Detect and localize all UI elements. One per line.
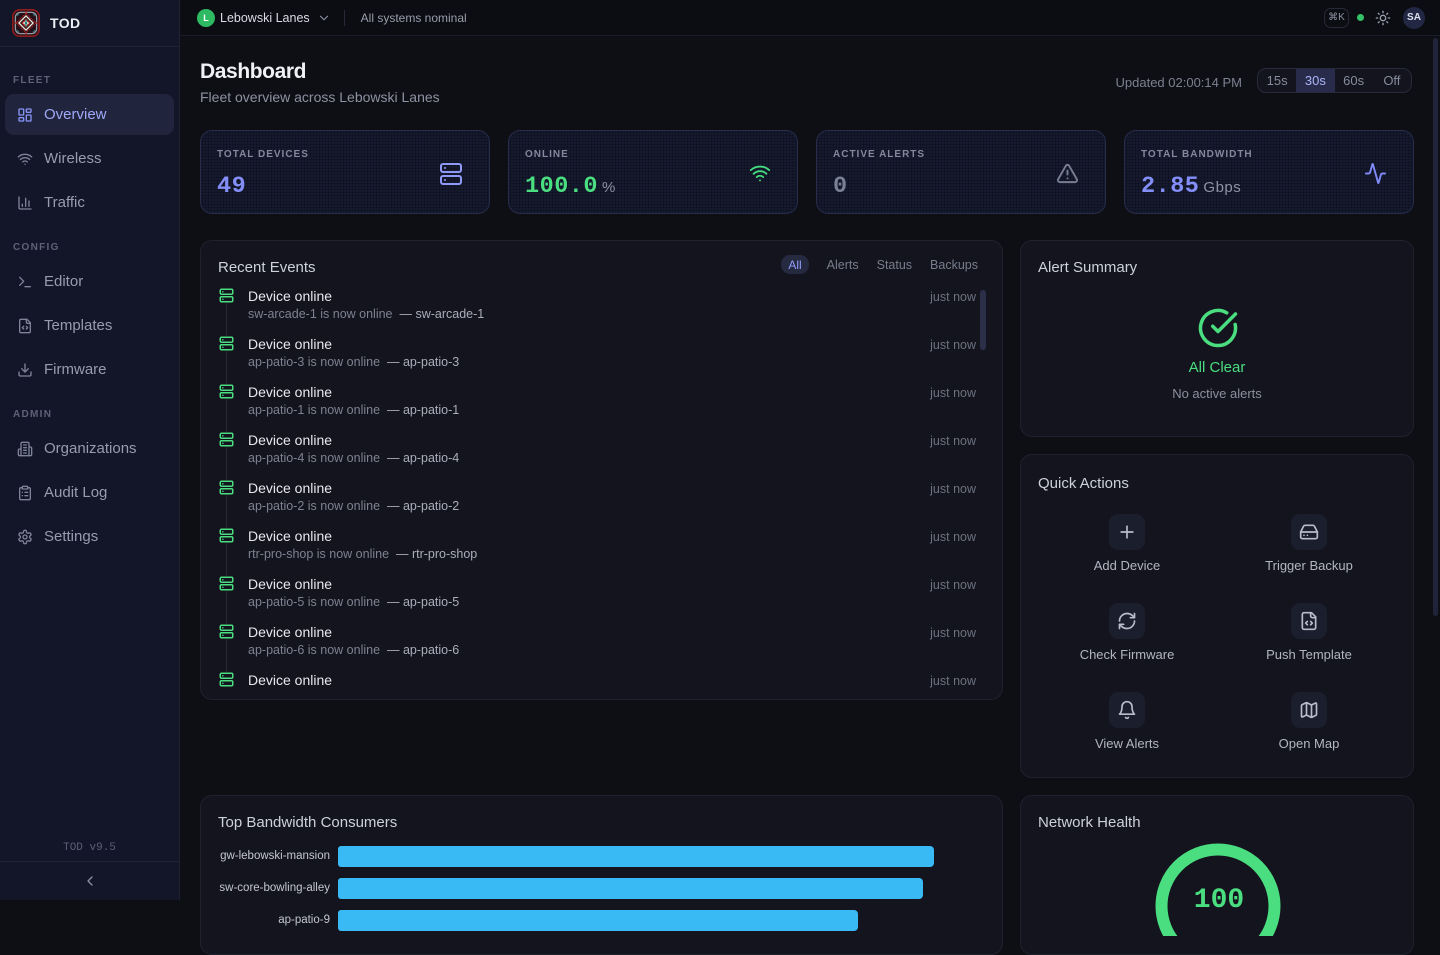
svg-text:100: 100 — [1194, 885, 1244, 916]
